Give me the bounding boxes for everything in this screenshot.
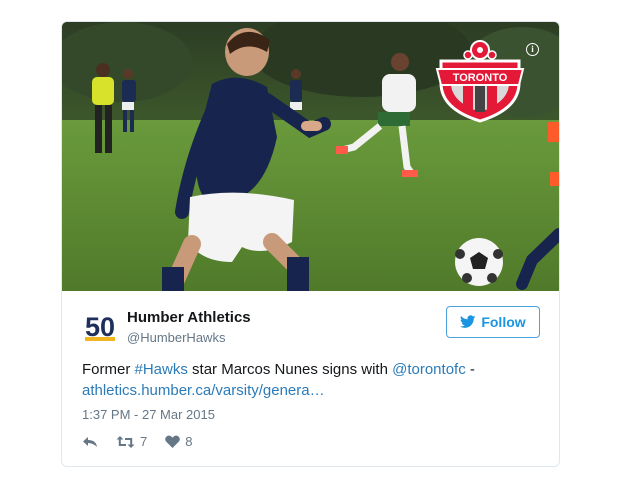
follow-label: Follow	[481, 314, 526, 330]
text-prefix: Former	[82, 361, 135, 378]
follow-button[interactable]: Follow	[446, 306, 540, 338]
retweet-button[interactable]: 7	[116, 434, 147, 449]
like-count: 8	[185, 434, 193, 449]
bird-icon	[460, 315, 476, 328]
svg-text:TORONTO: TORONTO	[453, 72, 508, 84]
toronto-fc-logo: TORONTO	[435, 39, 525, 123]
tweet-photo[interactable]: TORONTO i	[62, 22, 559, 291]
tweet-actions: 7 8	[82, 434, 210, 449]
tweet-card: TORONTO i 50 Humber Athletics @HumberHaw…	[61, 21, 560, 467]
mention-link[interactable]: @torontofc	[392, 361, 466, 378]
like-button[interactable]: 8	[165, 434, 192, 449]
article-link[interactable]: athletics.humber.ca/varsity/genera…	[82, 382, 325, 399]
tweet-timestamp[interactable]: 1:37 PM - 27 Mar 2015	[82, 407, 215, 422]
avatar[interactable]: 50	[81, 307, 119, 345]
retweet-icon	[116, 435, 135, 448]
text-middle: star Marcos Nunes signs with	[187, 361, 393, 378]
author-name[interactable]: Humber Athletics	[127, 309, 251, 326]
hashtag-link[interactable]: #Hawks	[135, 361, 188, 378]
text-suffix: -	[465, 361, 475, 378]
heart-icon	[165, 435, 181, 448]
tweet-text: Former #Hawks star Marcos Nunes signs wi…	[82, 359, 542, 401]
author-handle[interactable]: @HumberHawks	[127, 330, 225, 345]
retweet-count: 7	[140, 434, 148, 449]
info-icon[interactable]: i	[526, 43, 539, 56]
reply-button[interactable]	[82, 435, 98, 449]
reply-icon	[83, 436, 97, 447]
